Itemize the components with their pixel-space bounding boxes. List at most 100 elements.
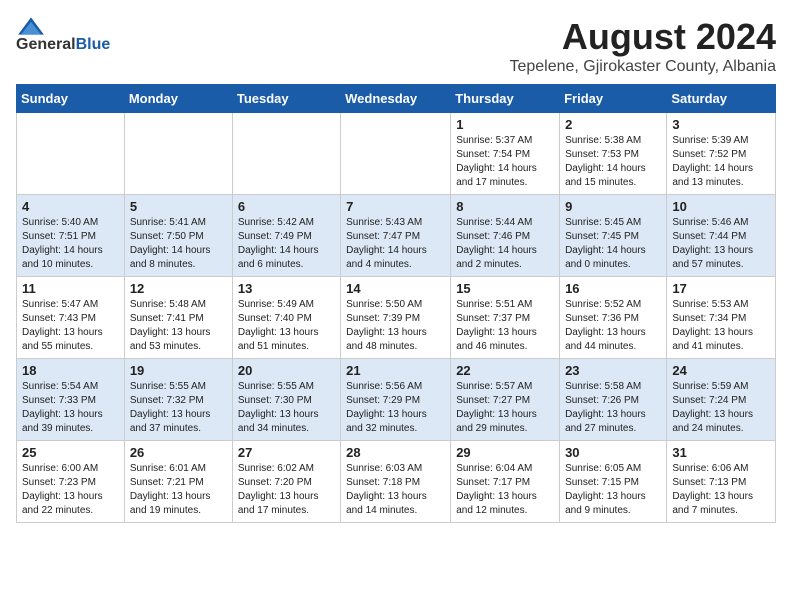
day-of-week-header: Saturday [667,85,776,113]
day-number: 1 [456,117,554,132]
day-number: 14 [346,281,445,296]
day-info: Sunrise: 5:45 AM Sunset: 7:45 PM Dayligh… [565,216,661,272]
day-number: 16 [565,281,661,296]
day-info: Sunrise: 6:03 AM Sunset: 7:18 PM Dayligh… [346,462,445,518]
calendar-day-cell: 26 Sunrise: 6:01 AM Sunset: 7:21 PM Dayli… [124,441,232,523]
day-info: Sunrise: 5:39 AM Sunset: 7:52 PM Dayligh… [672,134,770,190]
page-header: GeneralBlue August 2024 Tepelene, Gjirok… [16,16,776,76]
day-number: 25 [22,445,119,460]
day-info: Sunrise: 5:50 AM Sunset: 7:39 PM Dayligh… [346,298,445,354]
calendar-day-cell: 14 Sunrise: 5:50 AM Sunset: 7:39 PM Dayli… [341,277,451,359]
day-info: Sunrise: 5:42 AM Sunset: 7:49 PM Dayligh… [238,216,335,272]
day-number: 22 [456,363,554,378]
day-number: 26 [130,445,227,460]
title-area: August 2024 Tepelene, Gjirokaster County… [509,16,776,76]
calendar-week-row: 11 Sunrise: 5:47 AM Sunset: 7:43 PM Dayli… [17,277,776,359]
day-info: Sunrise: 5:40 AM Sunset: 7:51 PM Dayligh… [22,216,119,272]
day-number: 23 [565,363,661,378]
calendar-day-cell: 2 Sunrise: 5:38 AM Sunset: 7:53 PM Daylig… [560,113,667,195]
calendar-day-cell: 16 Sunrise: 5:52 AM Sunset: 7:36 PM Dayli… [560,277,667,359]
day-info: Sunrise: 5:49 AM Sunset: 7:40 PM Dayligh… [238,298,335,354]
logo-icon [16,16,46,36]
day-info: Sunrise: 5:57 AM Sunset: 7:27 PM Dayligh… [456,380,554,436]
calendar-day-cell: 19Sunrise: 5:55 AM Sunset: 7:32 PM Dayli… [124,359,232,441]
calendar-day-cell: 11 Sunrise: 5:47 AM Sunset: 7:43 PM Dayli… [17,277,125,359]
day-info: Sunrise: 6:00 AM Sunset: 7:23 PM Dayligh… [22,462,119,518]
day-number: 8 [456,199,554,214]
day-info: Sunrise: 5:51 AM Sunset: 7:37 PM Dayligh… [456,298,554,354]
day-number: 30 [565,445,661,460]
calendar-week-row: 25 Sunrise: 6:00 AM Sunset: 7:23 PM Dayli… [17,441,776,523]
day-number: 3 [672,117,770,132]
calendar-day-cell: 21 Sunrise: 5:56 AM Sunset: 7:29 PM Dayli… [341,359,451,441]
month-year-title: August 2024 [509,16,776,58]
empty-day-cell [124,113,232,195]
calendar-day-cell: 1 Sunrise: 5:37 AM Sunset: 7:54 PM Daylig… [451,113,560,195]
day-number: 29 [456,445,554,460]
empty-day-cell [17,113,125,195]
calendar-day-cell: 15 Sunrise: 5:51 AM Sunset: 7:37 PM Dayli… [451,277,560,359]
day-info: Sunrise: 5:48 AM Sunset: 7:41 PM Dayligh… [130,298,227,354]
calendar-day-cell: 22 Sunrise: 5:57 AM Sunset: 7:27 PM Dayli… [451,359,560,441]
day-number: 28 [346,445,445,460]
day-info: Sunrise: 5:54 AM Sunset: 7:33 PM Dayligh… [22,380,119,436]
empty-day-cell [232,113,340,195]
calendar-day-cell: 17Sunrise: 5:53 AM Sunset: 7:34 PM Dayli… [667,277,776,359]
day-number: 12 [130,281,227,296]
day-of-week-header: Monday [124,85,232,113]
calendar-day-cell: 20Sunrise: 5:55 AM Sunset: 7:30 PM Dayli… [232,359,340,441]
calendar-day-cell: 29 Sunrise: 6:04 AM Sunset: 7:17 PM Dayli… [451,441,560,523]
day-info: Sunrise: 5:52 AM Sunset: 7:36 PM Dayligh… [565,298,661,354]
day-info: Sunrise: 6:04 AM Sunset: 7:17 PM Dayligh… [456,462,554,518]
calendar-day-cell: 12 Sunrise: 5:48 AM Sunset: 7:41 PM Dayli… [124,277,232,359]
calendar-day-cell: 31Sunrise: 6:06 AM Sunset: 7:13 PM Dayli… [667,441,776,523]
day-number: 6 [238,199,335,214]
calendar-day-cell: 23 Sunrise: 5:58 AM Sunset: 7:26 PM Dayli… [560,359,667,441]
calendar-day-cell: 5 Sunrise: 5:41 AM Sunset: 7:50 PM Daylig… [124,195,232,277]
logo-general: General [16,36,76,53]
day-number: 13 [238,281,335,296]
calendar-day-cell: 3 Sunrise: 5:39 AM Sunset: 7:52 PM Daylig… [667,113,776,195]
calendar-header-row: SundayMondayTuesdayWednesdayThursdayFrid… [17,85,776,113]
day-info: Sunrise: 5:37 AM Sunset: 7:54 PM Dayligh… [456,134,554,190]
day-info: Sunrise: 6:01 AM Sunset: 7:21 PM Dayligh… [130,462,227,518]
calendar-day-cell: 9 Sunrise: 5:45 AM Sunset: 7:45 PM Daylig… [560,195,667,277]
day-of-week-header: Friday [560,85,667,113]
calendar-week-row: 4 Sunrise: 5:40 AM Sunset: 7:51 PM Daylig… [17,195,776,277]
day-number: 17 [672,281,770,296]
day-number: 2 [565,117,661,132]
day-number: 18 [22,363,119,378]
day-number: 10 [672,199,770,214]
day-number: 31 [672,445,770,460]
day-info: Sunrise: 5:47 AM Sunset: 7:43 PM Dayligh… [22,298,119,354]
day-of-week-header: Thursday [451,85,560,113]
day-info: Sunrise: 5:38 AM Sunset: 7:53 PM Dayligh… [565,134,661,190]
calendar-day-cell: 4 Sunrise: 5:40 AM Sunset: 7:51 PM Daylig… [17,195,125,277]
day-number: 15 [456,281,554,296]
day-info: Sunrise: 5:59 AM Sunset: 7:24 PM Dayligh… [672,380,770,436]
calendar-day-cell: 30Sunrise: 6:05 AM Sunset: 7:15 PM Dayli… [560,441,667,523]
day-info: Sunrise: 5:44 AM Sunset: 7:46 PM Dayligh… [456,216,554,272]
day-number: 21 [346,363,445,378]
day-number: 7 [346,199,445,214]
day-number: 4 [22,199,119,214]
day-number: 11 [22,281,119,296]
calendar-day-cell: 8 Sunrise: 5:44 AM Sunset: 7:46 PM Daylig… [451,195,560,277]
empty-day-cell [341,113,451,195]
day-info: Sunrise: 5:56 AM Sunset: 7:29 PM Dayligh… [346,380,445,436]
day-number: 27 [238,445,335,460]
calendar-day-cell: 6 Sunrise: 5:42 AM Sunset: 7:49 PM Daylig… [232,195,340,277]
calendar-week-row: 1 Sunrise: 5:37 AM Sunset: 7:54 PM Daylig… [17,113,776,195]
location-subtitle: Tepelene, Gjirokaster County, Albania [509,58,776,76]
calendar-day-cell: 10 Sunrise: 5:46 AM Sunset: 7:44 PM Dayli… [667,195,776,277]
day-number: 9 [565,199,661,214]
calendar-table: SundayMondayTuesdayWednesdayThursdayFrid… [16,84,776,523]
day-of-week-header: Tuesday [232,85,340,113]
day-info: Sunrise: 5:41 AM Sunset: 7:50 PM Dayligh… [130,216,227,272]
logo: GeneralBlue [16,16,110,54]
day-info: Sunrise: 5:58 AM Sunset: 7:26 PM Dayligh… [565,380,661,436]
day-info: Sunrise: 5:46 AM Sunset: 7:44 PM Dayligh… [672,216,770,272]
day-info: Sunrise: 6:02 AM Sunset: 7:20 PM Dayligh… [238,462,335,518]
day-of-week-header: Wednesday [341,85,451,113]
day-number: 5 [130,199,227,214]
